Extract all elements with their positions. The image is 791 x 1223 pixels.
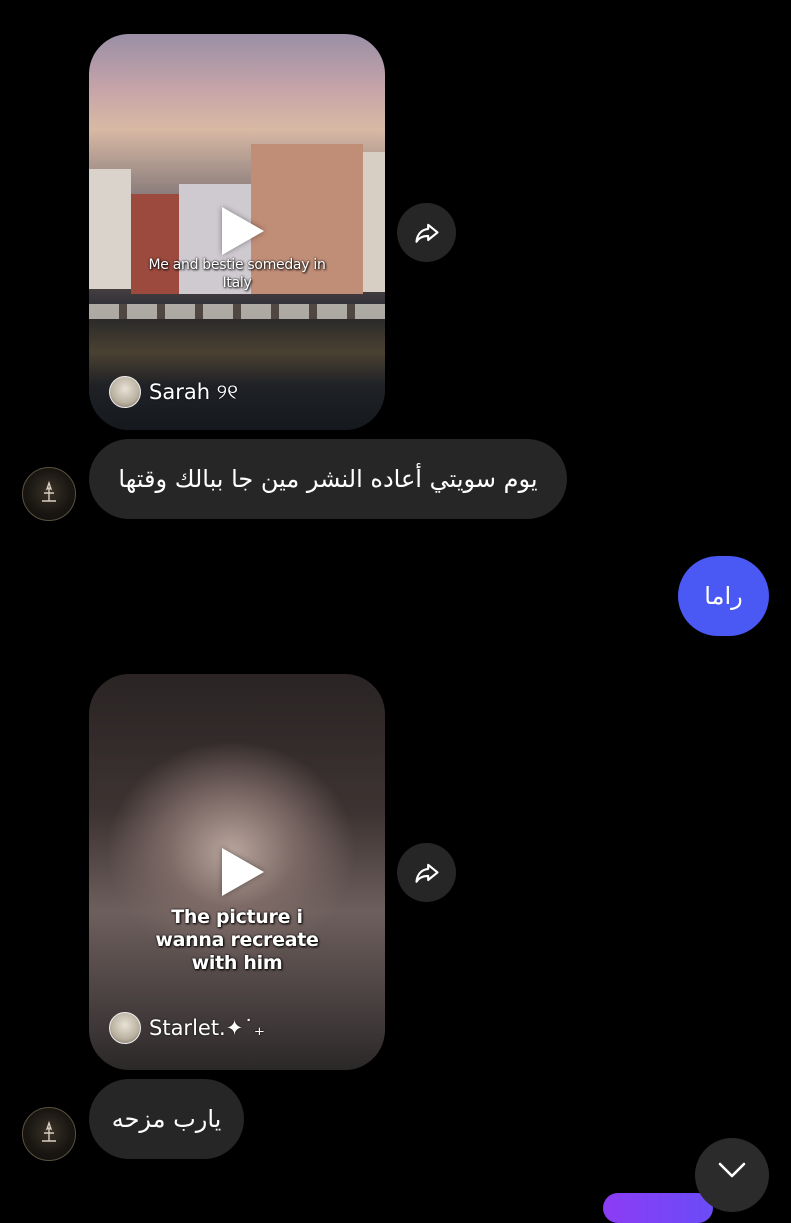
reel-caption: Me and bestie someday in Italy [148,257,326,291]
share-icon [414,223,439,243]
author-avatar [109,376,141,408]
incoming-message-bubble[interactable]: يوم سويتي أعاده النشر مين جا ببالك وقتها [89,439,567,519]
chevron-down-icon [718,1162,746,1178]
reel-caption: The picture i wanna recreate with him [155,906,319,974]
scroll-to-bottom-button[interactable] [695,1138,769,1212]
outgoing-message-bubble-partial[interactable] [603,1193,713,1223]
avatar-emblem-icon [42,1120,56,1142]
play-icon[interactable] [222,207,264,255]
message-text: يوم سويتي أعاده النشر مين جا ببالك وقتها [118,465,538,493]
reel-author-name: Starlet.✦˙₊ [149,1016,265,1040]
message-text: يارب مزحه [111,1105,222,1133]
message-text: راما [704,582,743,610]
reel-author[interactable]: Starlet.✦˙₊ [109,1012,265,1044]
share-button[interactable] [397,203,456,262]
sender-avatar[interactable] [22,1107,76,1161]
reel-author[interactable]: Sarah ୨୧ [109,376,238,408]
shared-reel-card[interactable]: The picture i wanna recreate with him St… [89,674,385,1070]
outgoing-message-bubble[interactable]: راما [678,556,769,636]
share-button[interactable] [397,843,456,902]
shared-reel-card[interactable]: Me and bestie someday in Italy Sarah ୨୧ [89,34,385,430]
share-icon [414,863,439,883]
reel-author-name: Sarah ୨୧ [149,379,239,404]
incoming-message-bubble[interactable]: يارب مزحه [89,1079,244,1159]
play-icon[interactable] [222,848,264,896]
avatar-emblem-icon [42,480,56,502]
author-avatar [109,1012,141,1044]
sender-avatar[interactable] [22,467,76,521]
